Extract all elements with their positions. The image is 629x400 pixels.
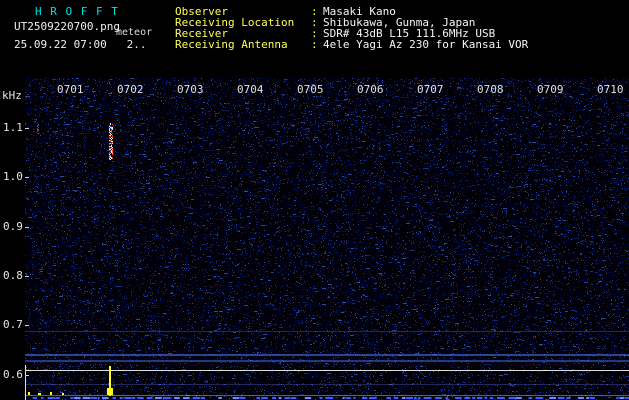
- y-tick-label: 1.1: [3, 121, 23, 134]
- y-tick-label: 0.6: [3, 368, 23, 381]
- x-tick-label: 0708: [477, 83, 504, 96]
- x-tick-label: 0707: [417, 83, 444, 96]
- y-tick-label: 0.8: [3, 269, 23, 282]
- x-tick-label: 0705: [297, 83, 324, 96]
- meta-colon: :: [311, 38, 318, 51]
- x-tick-label: 0709: [537, 83, 564, 96]
- x-tick-label: 0706: [357, 83, 384, 96]
- datetime-label: 25.09.22 07:00 2..: [14, 38, 147, 51]
- filename-label: UT2509220700.png: [14, 20, 120, 33]
- meta-label: Receiving Antenna: [175, 38, 288, 51]
- x-tick-label: 0710: [597, 83, 624, 96]
- x-tick-label: 0703: [177, 83, 204, 96]
- x-tick-label: 0704: [237, 83, 264, 96]
- y-tick-label: 1.0: [3, 170, 23, 183]
- x-tick-label: 0702: [117, 83, 144, 96]
- y-tick-label: 0.7: [3, 318, 23, 331]
- station-metadata: Observer : Masaki Kano Receiving Locatio…: [175, 6, 528, 50]
- meta-row-antenna: Receiving Antenna : 4ele Yagi Az 230 for…: [175, 39, 528, 50]
- mode-label: meteor: [116, 27, 153, 38]
- y-axis-unit-label: kHz: [2, 89, 22, 102]
- hrofft-window: H R O F F T UT2509220700.png meteor 25.0…: [0, 0, 629, 400]
- spectrogram-canvas: [25, 78, 629, 400]
- app-title: H R O F F T: [35, 5, 119, 18]
- x-tick-label: 0701: [57, 83, 84, 96]
- meta-value: 4ele Yagi Az 230 for Kansai VOR: [323, 38, 529, 51]
- y-tick-label: 0.9: [3, 220, 23, 233]
